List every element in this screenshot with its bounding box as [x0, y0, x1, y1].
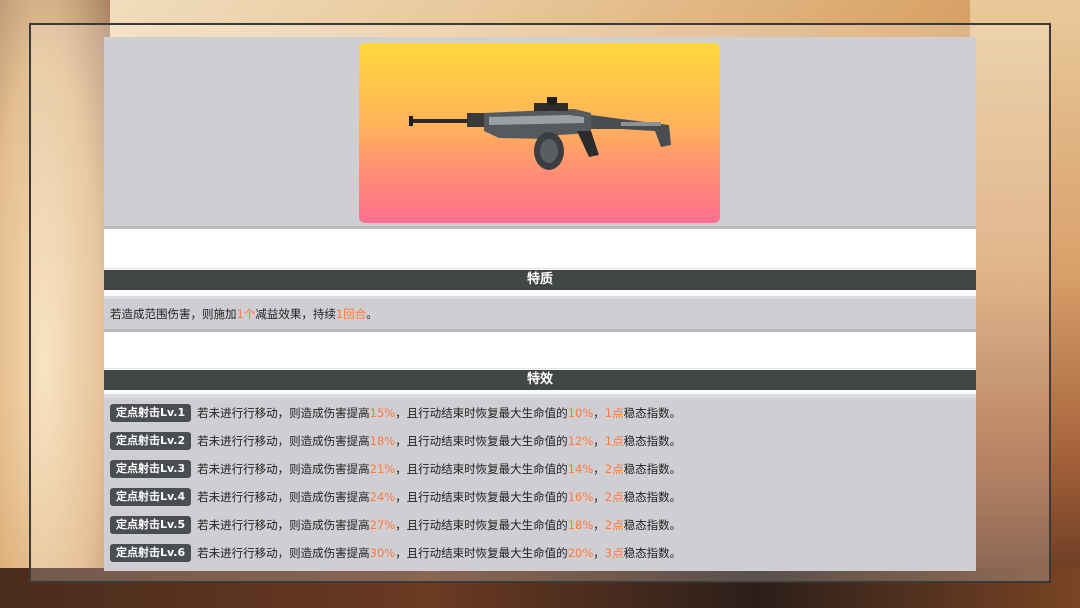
effect-text: ， [593, 406, 605, 420]
effect-level-badge: 定点射击Lv.3 [110, 460, 192, 478]
effect-heal-value: 12% [567, 434, 594, 448]
effect-damage-value: 24% [369, 490, 396, 504]
effect-damage-value: 18% [369, 434, 396, 448]
effect-heal-value: 10% [567, 406, 594, 420]
effect-text: ，且行动结束时恢复最大生命值的 [395, 406, 568, 420]
effect-text: ， [593, 546, 605, 560]
effect-text: 稳态指数。 [623, 406, 682, 420]
effect-row-lv2: 定点射击Lv.2 若未进行行移动，则造成伤害提高18%，且行动结束时恢复最大生命值… [110, 432, 681, 450]
effects-list: 定点射击Lv.1 若未进行行移动，则造成伤害提高15%，且行动结束时恢复最大生命值… [104, 394, 976, 571]
trait-description: 若造成范围伤害，则施加1个减益效果，持续1回合。 [104, 296, 976, 332]
trait-count: 1个 [236, 307, 256, 321]
effect-heal-value: 16% [567, 490, 594, 504]
effect-points-value: 1点 [604, 434, 624, 448]
effect-text: ， [593, 434, 605, 448]
effect-level-badge: 定点射击Lv.1 [110, 404, 192, 422]
effect-text: ， [593, 462, 605, 476]
effect-text: 若未进行行移动，则造成伤害提高 [197, 434, 370, 448]
effect-text: 若未进行行移动，则造成伤害提高 [197, 406, 370, 420]
effect-text: ， [593, 490, 605, 504]
effect-text: 稳态指数。 [623, 462, 682, 476]
effect-text: ， [593, 518, 605, 532]
effect-heal-value: 14% [567, 462, 594, 476]
trait-header: 特质 [104, 270, 976, 290]
trait-duration: 1回合 [335, 307, 367, 321]
effect-damage-value: 15% [369, 406, 396, 420]
effect-level-badge: 定点射击Lv.2 [110, 432, 192, 450]
effect-text: 若未进行行移动，则造成伤害提高 [197, 462, 370, 476]
effect-points-value: 1点 [604, 406, 624, 420]
machine-gun-icon [409, 97, 671, 170]
effect-text: 稳态指数。 [623, 518, 682, 532]
effect-heal-value: 18% [567, 518, 594, 532]
spacer-middle [104, 333, 976, 369]
effect-damage-value: 30% [369, 546, 396, 560]
trait-text-after: 。 [366, 307, 378, 321]
effect-heal-value: 20% [567, 546, 594, 560]
effect-row-lv4: 定点射击Lv.4 若未进行行移动，则造成伤害提高24%，且行动结束时恢复最大生命值… [110, 488, 681, 506]
effect-text: 若未进行行移动，则造成伤害提高 [197, 546, 370, 560]
effect-text: ，且行动结束时恢复最大生命值的 [395, 518, 568, 532]
effect-text: ，且行动结束时恢复最大生命值的 [395, 546, 568, 560]
effect-level-badge: 定点射击Lv.5 [110, 516, 192, 534]
effect-text: 稳态指数。 [623, 434, 682, 448]
effect-text: 稳态指数。 [623, 546, 682, 560]
weapon-info-panel: 特质 若造成范围伤害，则施加1个减益效果，持续1回合。 特效 定点射击Lv.1 若… [104, 37, 976, 571]
effect-text: 若未进行行移动，则造成伤害提高 [197, 490, 370, 504]
effect-points-value: 3点 [604, 546, 624, 560]
effect-damage-value: 27% [369, 518, 396, 532]
effect-text: 若未进行行移动，则造成伤害提高 [197, 518, 370, 532]
weapon-card [359, 43, 720, 223]
spacer-top [104, 232, 976, 269]
trait-text-before: 若造成范围伤害，则施加 [110, 307, 237, 321]
effect-row-lv1: 定点射击Lv.1 若未进行行移动，则造成伤害提高15%，且行动结束时恢复最大生命值… [110, 404, 681, 422]
effect-level-badge: 定点射击Lv.4 [110, 488, 192, 506]
effect-text: ，且行动结束时恢复最大生命值的 [395, 490, 568, 504]
effect-text: ，且行动结束时恢复最大生命值的 [395, 434, 568, 448]
effect-text: ，且行动结束时恢复最大生命值的 [395, 462, 568, 476]
effect-damage-value: 21% [369, 462, 396, 476]
effects-header: 特效 [104, 370, 976, 390]
trait-text-middle: 减益效果，持续 [255, 307, 336, 321]
effect-row-lv5: 定点射击Lv.5 若未进行行移动，则造成伤害提高27%，且行动结束时恢复最大生命值… [110, 516, 681, 534]
effect-points-value: 2点 [604, 518, 624, 532]
effect-text: 稳态指数。 [623, 490, 682, 504]
effect-points-value: 2点 [604, 462, 624, 476]
effect-level-badge: 定点射击Lv.6 [110, 544, 192, 562]
effect-row-lv6: 定点射击Lv.6 若未进行行移动，则造成伤害提高30%，且行动结束时恢复最大生命值… [110, 544, 681, 562]
effect-row-lv3: 定点射击Lv.3 若未进行行移动，则造成伤害提高21%，且行动结束时恢复最大生命值… [110, 460, 681, 478]
effect-points-value: 2点 [604, 490, 624, 504]
weapon-image-area [104, 37, 976, 229]
